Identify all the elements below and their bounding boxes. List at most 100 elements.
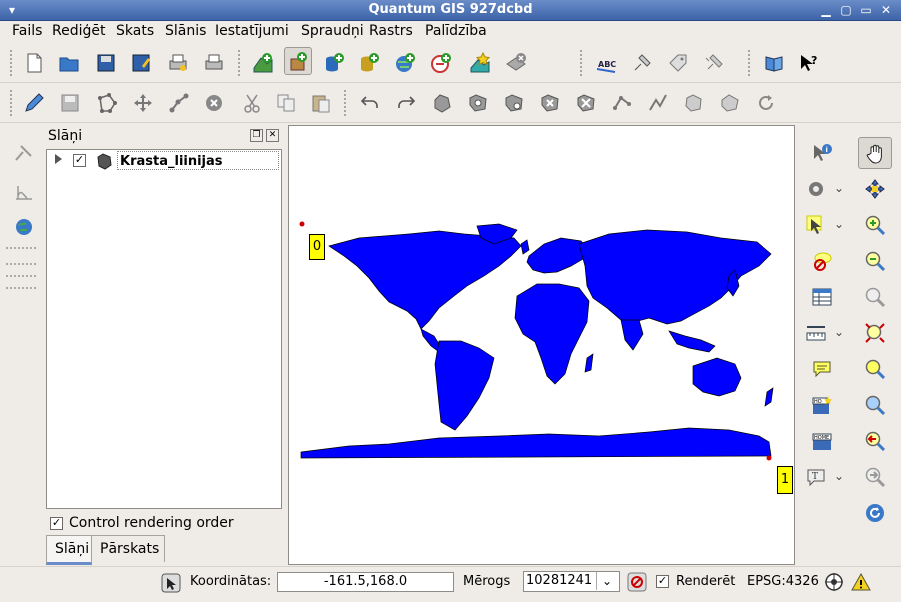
zoom-actual-size-icon[interactable] — [861, 283, 889, 311]
menu-spraudni[interactable]: Spraudņi — [301, 23, 364, 39]
simplify-feature-icon[interactable] — [428, 89, 456, 117]
add-spatialite-layer-icon[interactable] — [355, 49, 383, 77]
reshape-features-icon[interactable] — [608, 89, 636, 117]
zoom-out-icon[interactable] — [861, 247, 889, 275]
menu-rediget[interactable]: Rediģēt — [52, 23, 105, 39]
add-postgis-layer-icon[interactable] — [320, 49, 348, 77]
open-project-icon[interactable] — [55, 49, 83, 77]
zoom-full-icon[interactable] — [861, 319, 889, 347]
tab-overview[interactable]: Pārskats — [91, 535, 165, 562]
zoom-last-icon[interactable] — [861, 427, 889, 455]
menu-iestatijumi[interactable]: Iestatījumi — [215, 23, 289, 39]
maximize-icon[interactable]: ▢ — [838, 2, 854, 18]
add-raster-layer-icon[interactable] — [284, 47, 312, 75]
whats-this-icon[interactable]: ? — [795, 49, 823, 77]
delete-ring-icon[interactable] — [536, 89, 564, 117]
scale-combo[interactable]: 10281241 ⌄ — [523, 571, 620, 592]
add-wfs-layer-icon[interactable] — [427, 49, 455, 77]
print-composer-icon[interactable] — [164, 49, 192, 77]
layer-visibility-checkbox[interactable]: ✓ — [73, 154, 86, 167]
split-features-icon[interactable] — [644, 89, 672, 117]
add-wms-layer-icon[interactable] — [391, 49, 419, 77]
new-bookmark-icon[interactable]: HO — [808, 391, 836, 419]
delete-selected-icon[interactable] — [200, 89, 228, 117]
paste-features-icon[interactable] — [307, 89, 335, 117]
pin-label-icon[interactable] — [628, 49, 656, 77]
histogram-icon[interactable] — [10, 177, 38, 205]
chevron-down-icon[interactable]: ⌄ — [834, 181, 844, 195]
show-bookmarks-icon[interactable]: HOME — [808, 427, 836, 455]
render-checkbox[interactable]: ✓ — [656, 575, 669, 588]
chevron-down-icon[interactable]: ⌄ — [834, 325, 844, 339]
copy-features-icon[interactable] — [272, 89, 300, 117]
toolbar-grip[interactable] — [748, 50, 754, 76]
zoom-to-selection-icon[interactable] — [861, 391, 889, 419]
coordinates-field[interactable]: -161.5,168.0 — [277, 572, 454, 592]
print-icon[interactable] — [200, 49, 228, 77]
attribute-table-icon[interactable] — [808, 283, 836, 311]
text-annotation-icon[interactable]: T — [802, 463, 830, 491]
float-panel-icon[interactable]: ❐ — [250, 129, 263, 142]
menu-rastrs[interactable]: Rastrs — [369, 23, 413, 39]
merge-features-icon[interactable] — [680, 89, 708, 117]
restore-icon[interactable]: ▭ — [858, 2, 874, 18]
chevron-down-icon[interactable]: ⌄ — [834, 217, 844, 231]
measure-icon[interactable] — [802, 319, 830, 347]
close-panel-icon[interactable]: ✕ — [266, 129, 279, 142]
close-icon[interactable]: ✕ — [878, 2, 894, 18]
expand-arrow-icon[interactable] — [55, 154, 62, 164]
zoom-to-layer-icon[interactable] — [861, 355, 889, 383]
minimize-icon[interactable]: ▁ — [818, 2, 834, 18]
layer-name[interactable]: Krasta_liinijas — [117, 151, 279, 170]
add-vector-layer-icon[interactable] — [249, 49, 277, 77]
add-part-icon[interactable] — [500, 89, 528, 117]
show-hide-labels-icon[interactable] — [664, 49, 692, 77]
new-project-icon[interactable] — [20, 49, 48, 77]
identify-icon[interactable]: i — [808, 139, 836, 167]
toolbar-grip[interactable] — [238, 50, 244, 76]
settings-gear-icon[interactable] — [802, 175, 830, 203]
coordinate-mouse-icon[interactable] — [160, 572, 182, 594]
add-polygon-icon[interactable] — [93, 89, 121, 117]
crs-projection-icon[interactable] — [824, 572, 844, 592]
help-contents-icon[interactable] — [760, 49, 788, 77]
stop-render-icon[interactable] — [627, 572, 647, 592]
menu-skats[interactable]: Skats — [116, 23, 154, 39]
warning-icon[interactable] — [851, 572, 871, 592]
crs-label[interactable]: EPSG:4326 — [747, 574, 819, 589]
gps-tools-icon[interactable] — [10, 139, 38, 167]
toolbar-grip[interactable] — [10, 50, 16, 76]
label-tool-icon[interactable]: ABC — [592, 49, 620, 77]
add-ring-icon[interactable] — [464, 89, 492, 117]
menu-fails[interactable]: Fails — [12, 23, 42, 39]
pan-map-icon[interactable] — [858, 137, 892, 169]
menu-slanis[interactable]: Slānis — [165, 23, 206, 39]
rotate-symbols-icon[interactable] — [752, 89, 780, 117]
layer-list[interactable]: ✓ Krasta_liinijas — [46, 149, 282, 509]
select-features-icon[interactable] — [802, 211, 830, 239]
pan-to-selection-icon[interactable] — [861, 175, 889, 203]
toggle-editing-icon[interactable] — [20, 89, 48, 117]
node-tool-icon[interactable] — [165, 89, 193, 117]
chevron-down-icon[interactable]: ⌄ — [834, 469, 844, 483]
layer-row[interactable]: ✓ Krasta_liinijas — [47, 150, 281, 172]
menu-palidziba[interactable]: Palīdzība — [425, 23, 487, 39]
toolbar-grip[interactable] — [580, 50, 586, 76]
save-edits-icon[interactable] — [56, 89, 84, 117]
scale-dropdown-chevron-icon[interactable]: ⌄ — [596, 572, 617, 590]
refresh-icon[interactable] — [861, 499, 889, 527]
zoom-next-icon[interactable] — [861, 463, 889, 491]
zoom-in-icon[interactable] — [861, 211, 889, 239]
cut-features-icon[interactable] — [238, 89, 266, 117]
map-tips-icon[interactable] — [808, 355, 836, 383]
move-feature-icon[interactable] — [129, 89, 157, 117]
control-rendering-order-checkbox[interactable]: ✓ — [50, 517, 63, 530]
save-as-icon[interactable] — [127, 49, 155, 77]
new-vector-layer-icon[interactable] — [466, 49, 494, 77]
toolbar-grip[interactable] — [344, 90, 350, 116]
redo-icon[interactable] — [392, 89, 420, 117]
deselect-features-icon[interactable] — [808, 247, 836, 275]
remove-layer-icon[interactable] — [502, 49, 530, 77]
save-project-icon[interactable] — [92, 49, 120, 77]
map-canvas[interactable]: 0 1 — [288, 125, 795, 565]
